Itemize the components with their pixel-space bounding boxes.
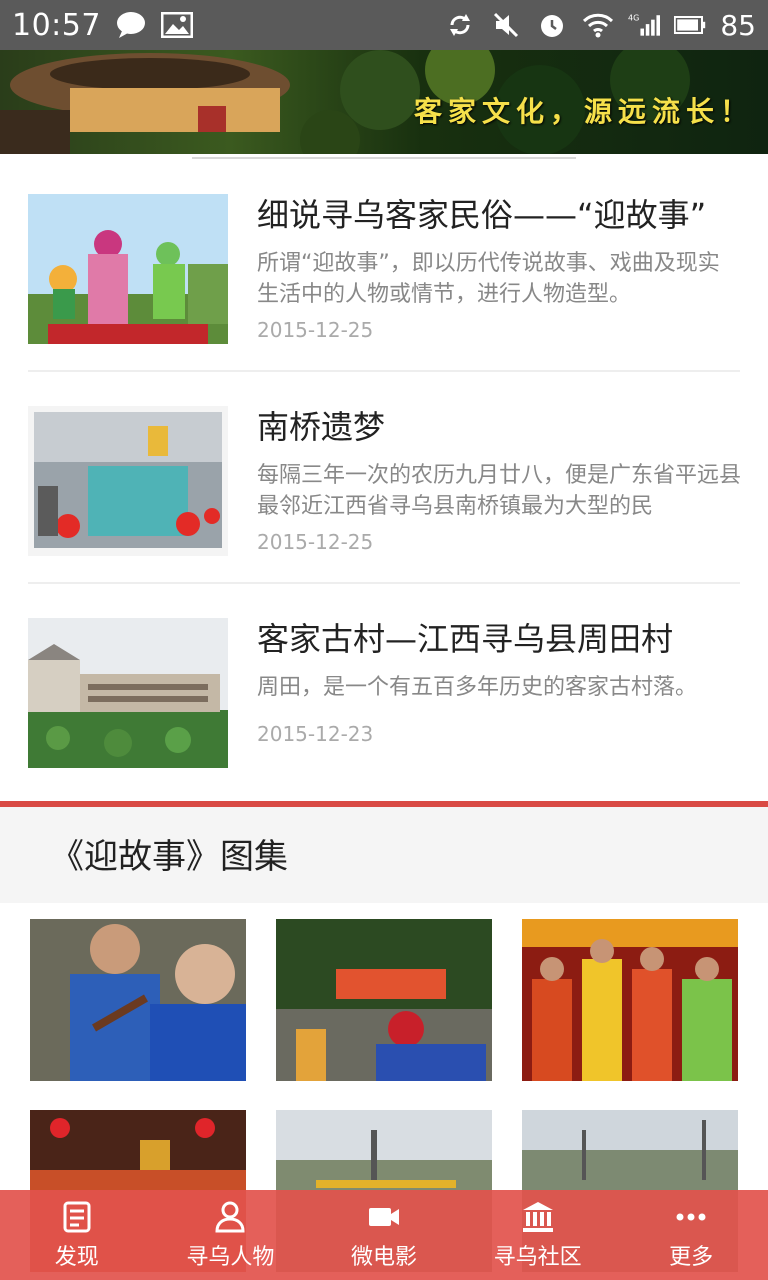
battery-level: 85 (720, 8, 756, 42)
bottom-navigation: 发现 寻乌人物 微电影 寻乌社区 更多 (0, 1190, 768, 1280)
news-title: 南桥遗梦 (257, 408, 386, 446)
nav-more[interactable]: 更多 (614, 1190, 768, 1280)
gallery-photo[interactable] (276, 919, 492, 1081)
network-label: 4G (628, 14, 639, 23)
nav-discover[interactable]: 发现 (0, 1190, 154, 1280)
community-building-icon (522, 1202, 553, 1232)
gallery-header: 《迎故事》图集 (0, 807, 768, 903)
nav-people[interactable]: 寻乌人物 (154, 1190, 308, 1280)
news-date: 2015-12-25 (257, 530, 374, 554)
image-icon (160, 9, 193, 41)
battery-icon (674, 9, 706, 41)
signal-4g-icon: 4G (628, 9, 661, 41)
news-thumbnail (28, 618, 228, 768)
top-banner[interactable]: 客家文化，源远流长！ (0, 50, 768, 154)
sync-icon (444, 9, 476, 41)
video-camera-icon (368, 1208, 399, 1226)
news-summary: 周田，是一个有五百多年历史的客家古村落。 (257, 675, 698, 700)
more-dots-icon (676, 1213, 706, 1221)
status-time: 10:57 (12, 7, 101, 43)
discover-icon (63, 1201, 91, 1233)
nav-community[interactable]: 寻乌社区 (461, 1190, 615, 1280)
news-title: 细说寻乌客家民俗——“迎故事” (257, 196, 707, 234)
news-item[interactable]: 细说寻乌客家民俗——“迎故事” 所谓“迎故事”，即以历代传说故事、戏曲及现实生活… (28, 160, 740, 372)
nav-label: 寻乌人物 (186, 1245, 275, 1270)
nav-label: 寻乌社区 (493, 1245, 582, 1270)
news-summary: 每隔三年一次的农历九月廿八，便是广东省平远县最邻近江西省寻乌县南桥镇最为大型的民 (257, 463, 741, 519)
message-icon (115, 9, 147, 41)
news-thumbnail (28, 406, 228, 556)
nav-micro-film[interactable]: 微电影 (307, 1190, 461, 1280)
person-icon (215, 1201, 245, 1233)
news-title: 客家古村—江西寻乌县周田村 (257, 620, 674, 658)
gallery-title: 《迎故事》图集 (50, 837, 288, 877)
news-list: 细说寻乌客家民俗——“迎故事” 所谓“迎故事”，即以历代传说故事、戏曲及现实生活… (0, 160, 768, 794)
news-thumbnail (28, 194, 228, 344)
news-item[interactable]: 南桥遗梦 每隔三年一次的农历九月廿八，便是广东省平远县最邻近江西省寻乌县南桥镇最… (28, 372, 741, 584)
nav-label: 发现 (54, 1245, 99, 1270)
nav-label: 更多 (669, 1245, 714, 1270)
banner-slogan: 客家文化，源远流长！ (413, 95, 754, 128)
gallery-photo[interactable] (522, 919, 738, 1081)
wifi-icon (582, 9, 614, 41)
news-date: 2015-12-23 (257, 722, 374, 746)
news-summary: 所谓“迎故事”，即以历代传说故事、戏曲及现实生活中的人物或情节，进行人物造型。 (257, 251, 720, 307)
banner-scroll-indicator (192, 157, 576, 159)
news-item[interactable]: 客家古村—江西寻乌县周田村 周田，是一个有五百多年历史的客家古村落。 2015-… (28, 584, 740, 794)
photo-gallery (0, 903, 768, 1272)
nav-label: 微电影 (350, 1245, 417, 1270)
news-date: 2015-12-25 (257, 318, 374, 342)
status-bar: 10:57 4G 85 (0, 0, 768, 50)
mute-icon (490, 9, 522, 41)
alarm-icon (536, 9, 568, 41)
gallery-photo[interactable] (30, 919, 246, 1081)
